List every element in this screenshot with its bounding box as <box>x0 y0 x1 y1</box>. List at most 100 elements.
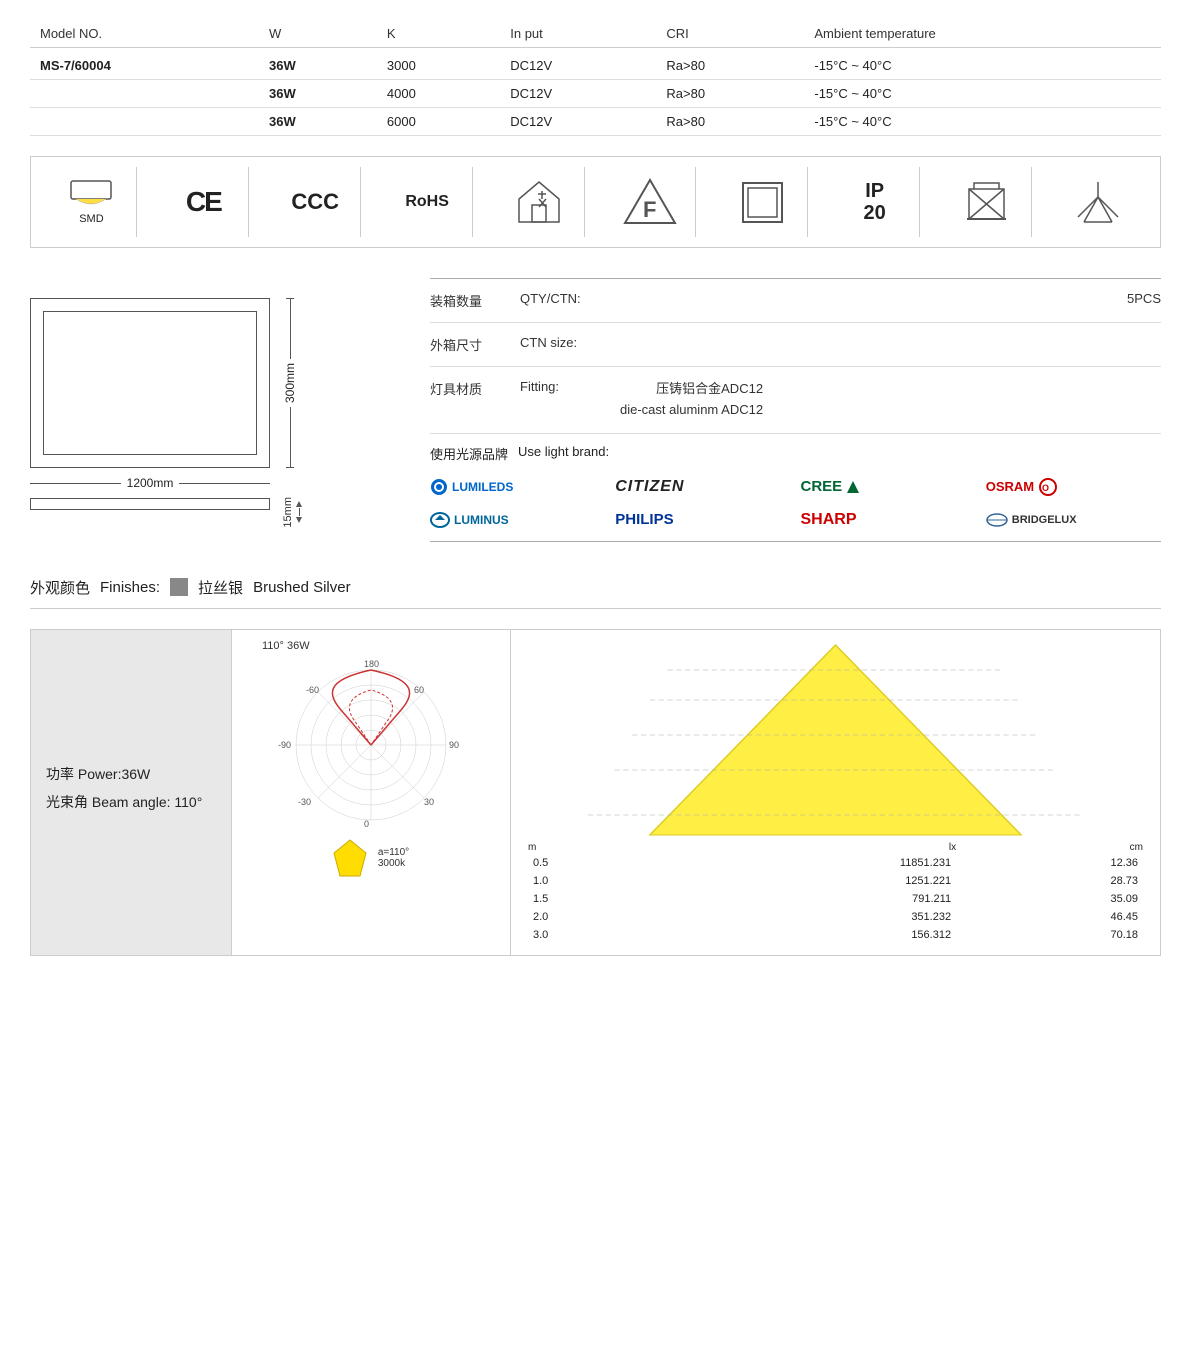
photo-row: 3.0 156.312 70.18 <box>528 927 1143 943</box>
qty-label-zh: 装箱数量 <box>430 291 510 310</box>
svg-text:-30: -30 <box>298 797 311 807</box>
osram-logo: OSRAM O <box>986 475 1161 499</box>
svg-text:0: 0 <box>364 819 369 829</box>
k-cell-3: 6000 <box>377 108 500 136</box>
cm-3: 46.45 <box>958 909 1143 925</box>
ip20-icon: IP20 <box>864 180 886 224</box>
svg-text:90: 90 <box>449 740 459 750</box>
input-cell-2: DC12V <box>500 80 656 108</box>
col-lx: lx <box>655 842 956 853</box>
led-shape-icon <box>333 838 368 878</box>
cree-logo: CREE <box>801 475 976 499</box>
svg-text:30: 30 <box>424 797 434 807</box>
product-info-table: 装箱数量 QTY/CTN: 5PCS 外箱尺寸 CTN size: 灯具材质 F… <box>430 278 1161 542</box>
col-k: K <box>377 20 500 48</box>
rohs-icon: RoHS <box>405 193 449 211</box>
qty-row: 装箱数量 QTY/CTN: 5PCS <box>430 279 1161 323</box>
ccc-cert: CCC <box>271 167 361 237</box>
beam-angle-label: 光束角 Beam angle: 110° <box>46 792 216 812</box>
lx-0: 11851.231 <box>655 855 956 871</box>
w-cell-3: 36W <box>259 108 377 136</box>
input-cell-3: DC12V <box>500 108 656 136</box>
product-outline <box>30 298 270 468</box>
cm-4: 70.18 <box>958 927 1143 943</box>
product-inner-outline <box>43 311 257 455</box>
certification-row: SMD CE CCC RoHS F <box>30 156 1161 248</box>
m-4: 3.0 <box>528 927 653 943</box>
product-profile <box>30 498 270 510</box>
product-drawing: 300mm 1200mm 15mm <box>30 278 410 510</box>
smd-label: SMD <box>79 213 103 225</box>
fitting-label-en: Fitting: <box>520 379 620 394</box>
light-dist-cert <box>1054 167 1144 237</box>
brand-label-zh: 使用光源品牌 <box>430 444 508 463</box>
model-cell-2 <box>30 80 259 108</box>
polar-title: 110° 36W <box>262 640 310 652</box>
m-3: 2.0 <box>528 909 653 925</box>
col-cri: CRI <box>656 20 804 48</box>
w-cell: 36W <box>259 48 377 80</box>
ccc-icon: CCC <box>291 189 339 215</box>
specs-table: Model NO. W K In put CRI Ambient tempera… <box>30 20 1161 136</box>
ce-icon: CE <box>186 186 221 218</box>
square-icon <box>740 180 785 225</box>
bottom-section: 功率 Power:36W 光束角 Beam angle: 110° 110° 3… <box>30 629 1161 956</box>
house-icon <box>514 177 564 227</box>
power-panel: 功率 Power:36W 光束角 Beam angle: 110° <box>31 630 231 955</box>
house-cert <box>495 167 585 237</box>
ctn-row: 外箱尺寸 CTN size: <box>430 323 1161 367</box>
col-m: m <box>528 842 653 853</box>
square-cert <box>718 167 808 237</box>
m-0: 0.5 <box>528 855 653 871</box>
photo-row: 1.5 791.211 35.09 <box>528 891 1143 907</box>
svg-text:-90: -90 <box>278 740 291 750</box>
ce-cert: CE <box>159 167 249 237</box>
dimension-15: 15mm <box>280 497 296 528</box>
fitting-value: 压铸铝合金ADC12die-cast aluminm ADC12 <box>620 379 763 421</box>
finishes-value-en: Brushed Silver <box>253 579 351 596</box>
col-temp: Ambient temperature <box>804 20 1161 48</box>
svg-text:180: 180 <box>364 659 379 669</box>
k-cell-2: 4000 <box>377 80 500 108</box>
polar-angle-label: a=110° <box>378 847 409 858</box>
cri-cell-3: Ra>80 <box>656 108 804 136</box>
model-cell: MS-7/60004 <box>30 48 259 80</box>
temp-cell-2: -15°C ~ 40°C <box>804 80 1161 108</box>
lx-4: 156.312 <box>655 927 956 943</box>
philips-logo: PHILIPS <box>615 509 790 531</box>
light-dist-icon <box>1076 177 1121 227</box>
luminus-logo: LUMINUS <box>430 509 605 531</box>
m-2: 1.5 <box>528 891 653 907</box>
svg-text:F: F <box>643 197 656 222</box>
sharp-logo: SHARP <box>801 509 976 531</box>
rohs-cert: RoHS <box>383 167 473 237</box>
lumileds-logo: LUMILEDS <box>430 475 605 499</box>
brands-section: 使用光源品牌 Use light brand: LUMILEDS CITIZEN… <box>430 434 1161 542</box>
cm-2: 35.09 <box>958 891 1143 907</box>
fitting-row: 灯具材质 Fitting: 压铸铝合金ADC12die-cast aluminm… <box>430 367 1161 434</box>
svg-text:-60: -60 <box>306 685 319 695</box>
fitting-label-zh: 灯具材质 <box>430 379 510 398</box>
brand-label-en: Use light brand: <box>518 444 609 463</box>
qty-label-en: QTY/CTN: <box>520 291 620 306</box>
svg-text:60: 60 <box>414 685 424 695</box>
dimension-1200: 1200mm <box>121 476 180 490</box>
w-cell-2: 36W <box>259 80 377 108</box>
lx-1: 1251.221 <box>655 873 956 889</box>
weee-cert <box>942 167 1032 237</box>
brands-grid: LUMILEDS CITIZEN CREE OSRAM O <box>430 475 1161 531</box>
polar-diagram: 180 0 90 -90 -60 60 -30 30 <box>256 655 486 835</box>
cm-1: 28.73 <box>958 873 1143 889</box>
cri-cell: Ra>80 <box>656 48 804 80</box>
temp-cell: -15°C ~ 40°C <box>804 48 1161 80</box>
table-row: MS-7/60004 36W 3000 DC12V Ra>80 -15°C ~ … <box>30 48 1161 80</box>
weee-icon <box>964 177 1009 227</box>
dimension-300: 300mm <box>283 359 297 407</box>
finishes-label-en: Finishes: <box>100 579 160 596</box>
col-w: W <box>259 20 377 48</box>
finishes-section: 外观颜色 Finishes: 拉丝银 Brushed Silver <box>30 562 1161 609</box>
finishes-label-zh: 外观颜色 <box>30 577 90 598</box>
polar-kelvin-label: 3000k <box>378 858 409 869</box>
k-cell: 3000 <box>377 48 500 80</box>
col-model: Model NO. <box>30 20 259 48</box>
